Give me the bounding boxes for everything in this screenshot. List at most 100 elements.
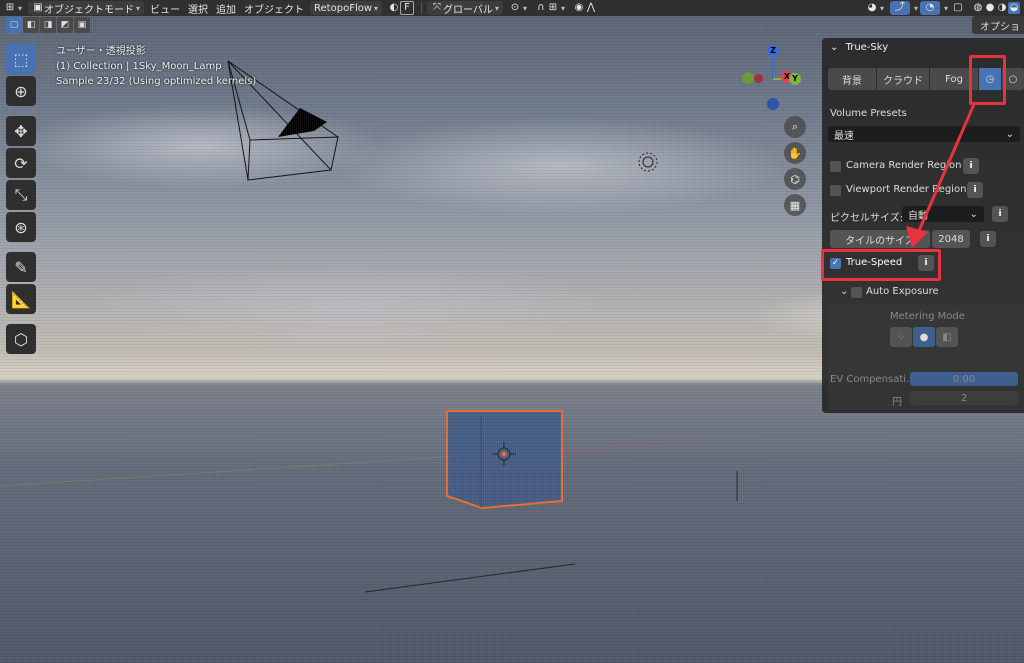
tab-options[interactable]: オプショ (972, 16, 1024, 34)
annotate-pencil-icon: ✎ (14, 257, 28, 277)
cursor-tool[interactable]: ⊕ (6, 76, 36, 106)
tile-size-info-button[interactable]: i (980, 231, 996, 247)
auto-exposure-checkbox[interactable] (851, 287, 862, 298)
wireframe-shading-icon: ◍ (973, 2, 983, 13)
info-icon: i (998, 209, 1002, 219)
move-icon: ✥ (14, 121, 28, 141)
chevron-down-icon: ⌄ (1005, 128, 1014, 140)
gizmo-neg-y[interactable] (754, 74, 763, 83)
gizmo-y[interactable]: Y (789, 73, 801, 85)
viewport-header: ⊞ ▾ ▣ オブジェクトモード ▾ ビュー 選択 追加 オブジェクト RetopoF… (0, 0, 1024, 16)
metering-spot-button[interactable]: ⁘ (890, 327, 912, 347)
cursor-icon: ⊕ (14, 81, 28, 101)
camera-view-button[interactable]: ⌬ (784, 168, 806, 190)
select-intersect-button[interactable]: ▣ (74, 17, 90, 33)
gizmo-z[interactable]: Z (767, 45, 779, 57)
viewport-info: ユーザー・透視投影 (1) Collection | 1Sky_Moon_Lam… (56, 44, 256, 89)
gizmo-toggle[interactable]: ⤴ (889, 1, 910, 15)
pan-button[interactable]: ✋ (784, 142, 806, 164)
mode-select[interactable]: ▣ オブジェクトモード ▾ (28, 1, 145, 16)
info-icon: i (973, 185, 977, 195)
tab-background[interactable]: 背景 (828, 68, 877, 90)
menu-object[interactable]: オブジェクト (240, 0, 308, 16)
auto-exposure-label: Auto Exposure (866, 286, 939, 297)
tab-clouds[interactable]: クラウド (877, 68, 930, 90)
volume-presets-label: Volume Presets (830, 108, 907, 119)
ev-compensation-field[interactable]: 0.00 (910, 372, 1018, 386)
scale-tool[interactable]: ⤡ (6, 180, 36, 210)
gizmo-neg-z[interactable] (767, 98, 779, 110)
menu-add[interactable]: 追加 (212, 0, 240, 16)
xray-toggle[interactable]: ▢ (948, 0, 968, 16)
tile-size-field[interactable]: 2048 (932, 230, 970, 248)
metering-average-icon: ◧ (942, 331, 952, 343)
editor-type-icon: ⊞ (5, 2, 15, 13)
auto-exposure-chevron-icon[interactable]: ⌄ (840, 286, 848, 297)
pivot-button[interactable]: ⊙ ▾ (505, 0, 531, 16)
select-invert-button[interactable]: ◩ (57, 17, 73, 33)
select-invert-icon: ◩ (60, 20, 70, 30)
zoom-button[interactable]: ⌕ (784, 116, 806, 138)
select-box-tool[interactable]: ⬚ (6, 44, 36, 74)
retopoflow-badge: F (400, 1, 415, 15)
camera-render-region-checkbox[interactable] (830, 161, 841, 172)
snap-button[interactable]: ∩ ⊞ ▾ (531, 0, 569, 16)
circle-icon: ○ (1008, 73, 1018, 85)
scale-icon: ⤡ (14, 185, 28, 204)
select-new-button[interactable]: ▢ (6, 17, 22, 33)
magnet-icon: ∩ (537, 2, 545, 13)
camera-render-region-label: Camera Render Region (846, 160, 962, 171)
pivot-icon: ⊙ (510, 2, 520, 13)
select-mode-buttons: ▢ ◧ ◨ ◩ ▣ (6, 17, 90, 33)
overlay-icon: ◔ (925, 2, 935, 13)
viewport-render-region-label: Viewport Render Region (846, 184, 967, 195)
menu-select[interactable]: 選択 (184, 0, 212, 16)
volume-presets-select[interactable]: 最速 ⌄ (828, 126, 1020, 142)
eye-icon: ◕ (867, 2, 877, 13)
orientation-icon: ⤧ (433, 2, 442, 13)
pixel-size-select[interactable]: 自動 ⌄ (902, 206, 984, 222)
transform-tool[interactable]: ⊛ (6, 212, 36, 242)
select-extend-button[interactable]: ◧ (23, 17, 39, 33)
gizmo-neg-x[interactable] (742, 72, 754, 84)
tile-size-label-button[interactable]: タイルのサイズ (830, 230, 930, 248)
retopoflow-menu[interactable]: RetopoFlow ▾ (310, 1, 383, 15)
render-sample-info: Sample 23/32 (Using optimized kernels) (56, 76, 257, 87)
annotate-tool[interactable]: ✎ (6, 252, 36, 282)
select-subtract-button[interactable]: ◨ (40, 17, 56, 33)
metering-center-button[interactable]: ● (913, 327, 935, 347)
transform-orientation-select[interactable]: ⤧ グローバル ▾ (427, 1, 503, 16)
select-extend-icon: ◧ (26, 20, 36, 30)
grid-icon: ▦ (789, 198, 801, 212)
menu-view[interactable]: ビュー (146, 0, 184, 16)
metering-average-button[interactable]: ◧ (936, 327, 958, 347)
collection-info: (1) Collection | 1Sky_Moon_Lamp (56, 61, 222, 72)
visibility-button[interactable]: ◕ ▾ (862, 0, 888, 16)
retopoflow-label: RetopoFlow (314, 2, 373, 14)
camera-render-region-info-button[interactable]: i (963, 158, 979, 174)
select-new-icon: ▢ (9, 20, 19, 30)
circle-field[interactable]: 2 (910, 391, 1018, 405)
ortho-toggle-button[interactable]: ▦ (784, 194, 806, 216)
proportional-edit-button[interactable]: ◉ ⋀ (569, 0, 601, 16)
xray-icon: ▢ (953, 2, 963, 13)
editor-type-button[interactable]: ⊞ ▾ (0, 0, 26, 16)
viewport-render-region-checkbox[interactable] (830, 185, 841, 196)
material-shading-icon: ◑ (997, 2, 1007, 13)
pixel-size-info-button[interactable]: i (992, 206, 1008, 222)
rotate-tool[interactable]: ⟳ (6, 148, 36, 178)
info-icon: i (986, 234, 990, 244)
retopoflow-icons[interactable]: ◐ F (384, 0, 418, 16)
panel-header[interactable]: ⌄ True-Sky (830, 42, 888, 53)
measure-tool[interactable]: 📐 (6, 284, 36, 314)
shading-modes[interactable]: ◍ ● ◑ ◒ (968, 0, 1024, 16)
overlay-toggle[interactable]: ◔ (919, 1, 940, 15)
navigation-gizmo[interactable]: Z X Y (740, 42, 806, 112)
camera-icon: ⌬ (790, 172, 800, 186)
sun-lamp-gizmo (638, 152, 658, 172)
add-cube-tool[interactable]: ⬡ (6, 324, 36, 354)
viewport-render-region-info-button[interactable]: i (967, 182, 983, 198)
move-tool[interactable]: ✥ (6, 116, 36, 146)
metering-center-icon: ● (919, 331, 929, 343)
highlight-box-true-speed (821, 249, 941, 281)
